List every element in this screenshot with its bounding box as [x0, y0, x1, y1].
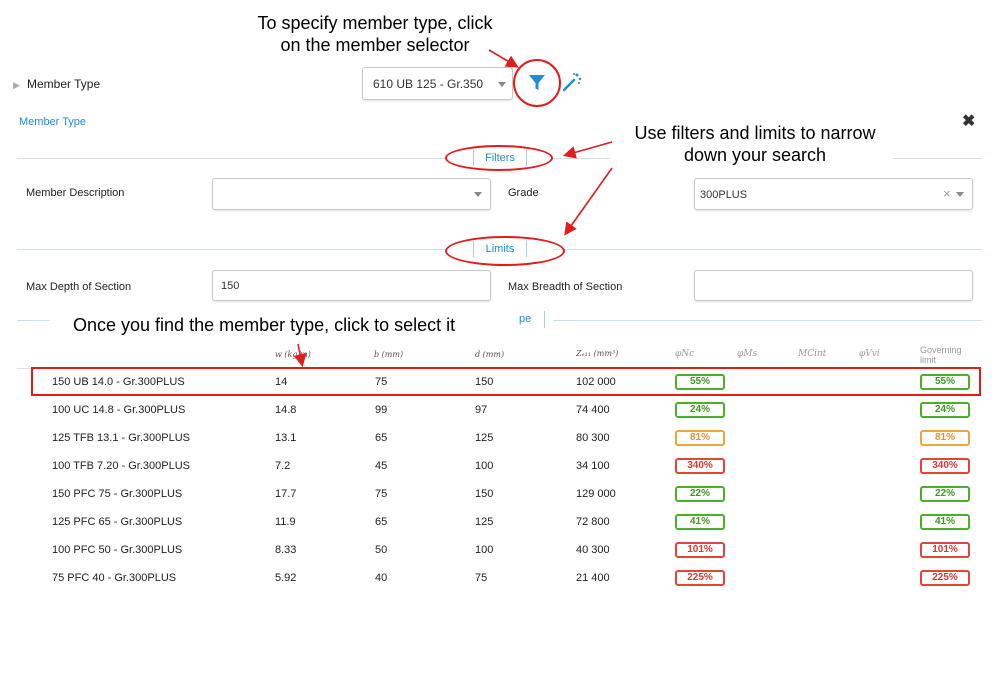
b-cell: 50: [375, 544, 388, 556]
annotation-highlight: [31, 367, 981, 396]
z-cell: 80 300: [576, 432, 610, 444]
d-cell: 97: [475, 404, 488, 416]
governing-badge: 81%: [920, 430, 970, 446]
member-name-cell: 125 PFC 65 - Gr.300PLUS: [52, 516, 183, 528]
member-name-cell: 75 PFC 40 - Gr.300PLUS: [52, 572, 177, 584]
z-cell: 129 000: [576, 488, 616, 500]
z-cell: 72 800: [576, 516, 610, 528]
d-cell: 150: [475, 488, 494, 500]
governing-badge: 340%: [920, 458, 970, 474]
z-cell: 21 400: [576, 572, 610, 584]
d-cell: 125: [475, 516, 494, 528]
d-cell: 100: [475, 544, 494, 556]
member-name-cell: 100 PFC 50 - Gr.300PLUS: [52, 544, 183, 556]
phi-nc-badge: 81%: [675, 430, 725, 446]
phi-nc-badge: 101%: [675, 542, 725, 558]
governing-badge: 101%: [920, 542, 970, 558]
member-name-cell: 150 PFC 75 - Gr.300PLUS: [52, 488, 183, 500]
governing-badge: 22%: [920, 486, 970, 502]
b-cell: 99: [375, 404, 388, 416]
b-cell: 40: [375, 572, 388, 584]
member-name-cell: 125 TFB 13.1 - Gr.300PLUS: [52, 432, 190, 444]
z-cell: 74 400: [576, 404, 610, 416]
governing-badge: 225%: [920, 570, 970, 586]
w-cell: 17.7: [275, 488, 297, 500]
d-cell: 75: [475, 572, 488, 584]
w-cell: 7.2: [275, 460, 291, 472]
governing-badge: 24%: [920, 402, 970, 418]
phi-nc-badge: 24%: [675, 402, 725, 418]
phi-nc-badge: 225%: [675, 570, 725, 586]
z-cell: 34 100: [576, 460, 610, 472]
d-cell: 100: [475, 460, 494, 472]
b-cell: 75: [375, 488, 388, 500]
d-cell: 125: [475, 432, 494, 444]
w-cell: 14.8: [275, 404, 297, 416]
w-cell: 13.1: [275, 432, 297, 444]
z-cell: 40 300: [576, 544, 610, 556]
b-cell: 45: [375, 460, 388, 472]
phi-nc-badge: 340%: [675, 458, 725, 474]
phi-nc-badge: 22%: [675, 486, 725, 502]
w-cell: 8.33: [275, 544, 297, 556]
w-cell: 11.9: [275, 516, 296, 528]
member-name-cell: 100 UC 14.8 - Gr.300PLUS: [52, 404, 186, 416]
b-cell: 65: [375, 516, 388, 528]
governing-badge: 41%: [920, 514, 970, 530]
member-name-cell: 100 TFB 7.20 - Gr.300PLUS: [52, 460, 190, 472]
w-cell: 5.92: [275, 572, 297, 584]
phi-nc-badge: 41%: [675, 514, 725, 530]
b-cell: 65: [375, 432, 388, 444]
